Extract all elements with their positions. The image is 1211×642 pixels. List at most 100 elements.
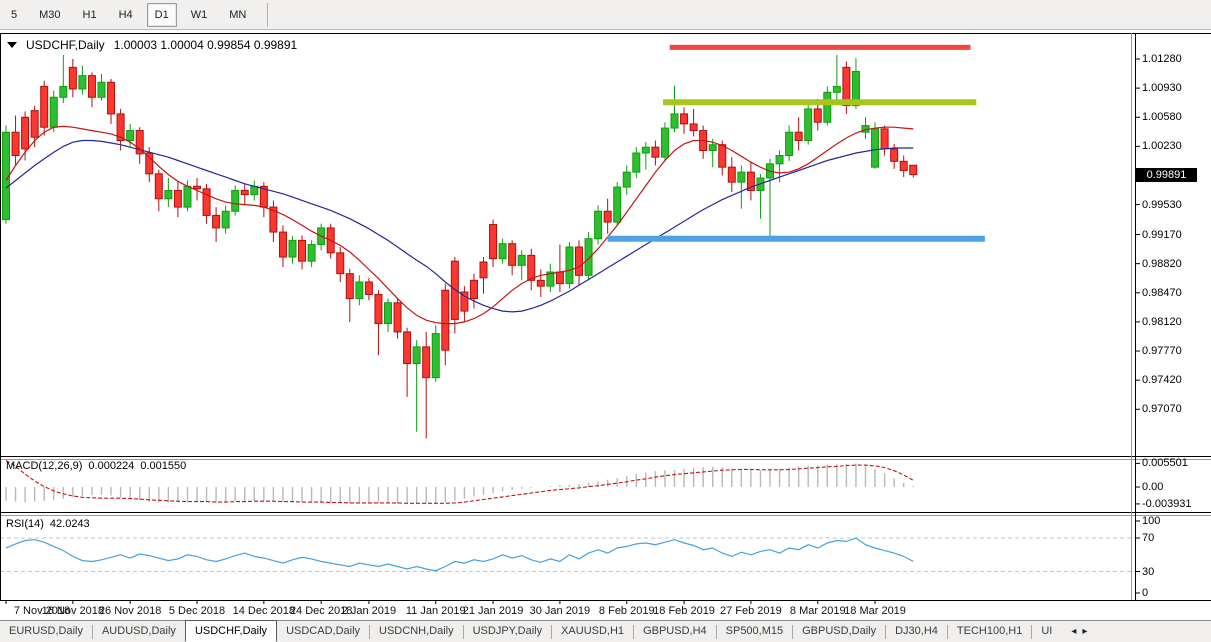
symbol-tab-xauusd[interactable]: XAUUSD,H1 <box>552 622 633 641</box>
price-axis-label: 0.99530 <box>1142 199 1182 211</box>
bull-candle <box>738 172 745 182</box>
bear-candle <box>556 272 563 284</box>
bull-candle <box>499 244 506 259</box>
symbol-tab-ui[interactable]: UI <box>1032 622 1061 641</box>
bear-candle <box>375 294 382 323</box>
timeframe-button-h1[interactable]: H1 <box>75 3 105 27</box>
bear-candle <box>69 67 76 89</box>
chart-canvas[interactable] <box>0 30 1211 620</box>
bear-candle <box>537 280 544 286</box>
bull-candle <box>824 92 831 122</box>
bear-candle <box>604 211 611 222</box>
bear-candle <box>681 114 688 124</box>
symbol-tab-usdchf[interactable]: USDCHF,Daily <box>185 620 277 642</box>
rsi-line <box>6 538 913 571</box>
bear-candle <box>22 117 29 149</box>
symbol-tab-dj30[interactable]: DJ30,H4 <box>886 622 947 641</box>
bull-candle <box>289 240 296 257</box>
resistance-upper-line[interactable] <box>670 45 971 50</box>
rsi-axis-label: 70 <box>1142 532 1154 544</box>
bull-candle <box>518 255 525 265</box>
bear-candle <box>394 303 401 332</box>
bull-candle <box>50 97 57 127</box>
symbol-tab-gbpusd[interactable]: GBPUSD,H4 <box>634 622 716 641</box>
timeframe-button-d1[interactable]: D1 <box>147 3 177 27</box>
bull-candle <box>633 153 640 172</box>
timeframe-button-5[interactable]: 5 <box>3 3 25 27</box>
tabs-scroll-right-icon[interactable]: ▸ <box>1082 623 1087 641</box>
bear-candle <box>470 280 477 298</box>
symbol-tab-sp500[interactable]: SP500,M15 <box>717 622 792 641</box>
bull-candle <box>872 129 879 167</box>
tabs-scroll-left-icon[interactable]: ◂ <box>1071 623 1076 641</box>
price-axis-label: 0.97420 <box>1142 374 1182 386</box>
bull-candle <box>79 76 86 89</box>
price-axis-label: 1.01280 <box>1142 53 1182 65</box>
timeframe-button-w1[interactable]: W1 <box>183 3 216 27</box>
bull-candle <box>614 187 621 222</box>
bear-candle <box>442 290 449 350</box>
symbol-tab-usdcad[interactable]: USDCAD,Daily <box>277 622 369 641</box>
bear-candle <box>155 174 162 199</box>
symbol-tab-audusd[interactable]: AUDUSD,Daily <box>93 622 185 641</box>
price-axis-label: 0.98120 <box>1142 316 1182 328</box>
bull-candle <box>786 132 793 155</box>
macd-name: MACD(12,26,9) <box>6 460 82 472</box>
bear-candle <box>365 282 372 294</box>
bull-candle <box>385 303 392 324</box>
bull-candle <box>165 190 172 198</box>
bear-candle <box>31 111 38 138</box>
symbol-tab-gbpusd[interactable]: GBPUSD,Daily <box>793 622 885 641</box>
symbol-tab-usdjpy[interactable]: USDJPY,Daily <box>464 622 552 641</box>
rsi-axis-label: 30 <box>1142 566 1154 578</box>
timeframe-toolbar: 5M30 H1H4D1W1MN <box>0 0 1211 30</box>
bull-candle <box>232 190 239 211</box>
bear-candle <box>194 186 201 188</box>
chart-window: USDCHF,Daily 1.00003 1.00004 0.99854 0.9… <box>0 30 1211 620</box>
tab-scroll-arrows: ◂▸ <box>1071 623 1087 641</box>
timeframe-button-mn[interactable]: MN <box>221 3 254 27</box>
bear-candle <box>88 76 95 98</box>
bear-candle <box>509 244 516 266</box>
price-axis-label: 0.99170 <box>1142 229 1182 241</box>
bear-candle <box>108 82 115 114</box>
macd-axis-label: 0.00 <box>1142 481 1163 493</box>
bear-candle <box>241 190 248 194</box>
bear-candle <box>337 253 344 274</box>
price-axis-label: 1.00230 <box>1142 140 1182 152</box>
macd-main-value: 0.000224 <box>88 460 134 472</box>
bear-candle <box>480 262 487 278</box>
bear-candle <box>690 124 697 131</box>
bear-candle <box>728 167 735 182</box>
bear-candle <box>146 153 153 174</box>
bull-candle <box>184 186 191 207</box>
rsi-axis-label: 0 <box>1142 587 1148 599</box>
bull-candle <box>413 347 420 364</box>
ma-slow-line <box>6 141 913 312</box>
bull-candle <box>222 211 229 228</box>
bear-candle <box>203 189 210 216</box>
bull-candle <box>833 86 840 92</box>
bull-candle <box>709 145 716 151</box>
bull-candle <box>432 334 439 378</box>
collapse-triangle-icon[interactable] <box>7 42 17 48</box>
support-line[interactable] <box>608 236 985 242</box>
bull-candle <box>671 114 678 128</box>
bull-candle <box>127 131 134 141</box>
timeframe-button-m30[interactable]: M30 <box>31 3 68 27</box>
symbol-tab-tech100[interactable]: TECH100,H1 <box>948 622 1031 641</box>
bull-candle <box>776 156 783 164</box>
macd-label: MACD(12,26,9) 0.000224 0.001550 <box>6 460 186 472</box>
symbol-tab-usdcnh[interactable]: USDCNH,Daily <box>370 622 463 641</box>
macd-axis-label: -0.003931 <box>1142 498 1192 510</box>
bull-candle <box>595 211 602 238</box>
price-axis-label: 0.97070 <box>1142 403 1182 415</box>
timeframe-button-h4[interactable]: H4 <box>111 3 141 27</box>
bear-candle <box>881 129 888 149</box>
bear-candle <box>576 247 583 275</box>
resistance-mid-line[interactable] <box>663 99 976 105</box>
toolbar-separator <box>267 3 268 27</box>
symbol-tab-eurusd[interactable]: EURUSD,Daily <box>0 622 92 641</box>
macd-axis-label: 0.005501 <box>1142 457 1188 469</box>
bull-candle <box>98 82 105 97</box>
